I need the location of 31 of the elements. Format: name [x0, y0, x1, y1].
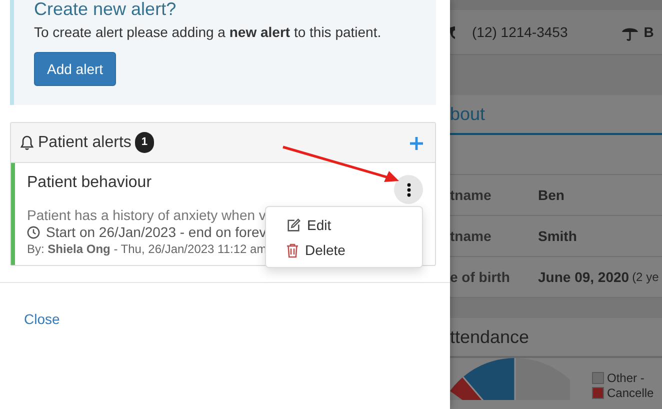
alert-description: Patient has a history of anxiety when v: [27, 207, 266, 224]
age-note: (2 ye: [632, 269, 659, 286]
more-options-button[interactable]: [394, 175, 423, 204]
add-alert-button[interactable]: Add alert: [34, 52, 116, 86]
alerts-title: Patient alerts: [38, 132, 132, 152]
alert-prompt-text: To create alert please adding a new alert to this patient.: [34, 23, 382, 41]
phone-icon: [450, 26, 455, 38]
field-value: Smith: [538, 226, 577, 246]
close-link[interactable]: Close: [24, 309, 60, 330]
field-label: e of birth: [450, 268, 511, 286]
alert-title: Patient behaviour: [27, 173, 152, 193]
edit-icon: [286, 218, 301, 233]
edit-menu-item[interactable]: Edit: [266, 213, 422, 238]
field-value: Ben: [538, 186, 564, 204]
alert-prompt-title: Create new alert?: [34, 0, 176, 20]
alert-period: Start on 26/Jan/2023 - end on forev: [46, 224, 266, 241]
add-icon[interactable]: [410, 136, 423, 150]
field-label: tname: [450, 226, 492, 246]
dots-icon: [406, 183, 410, 198]
phone-number: (12) 1214-3453: [472, 22, 568, 42]
delete-menu-item[interactable]: Delete: [266, 238, 422, 263]
field-label: tname: [450, 186, 492, 204]
trash-icon: [286, 243, 299, 258]
bell-icon: [20, 134, 34, 150]
alert-count-badge: 1: [135, 132, 154, 153]
field-value: June 09, 2020: [538, 268, 630, 286]
legend-label: Cancelle: [607, 387, 654, 399]
legend-label: Other -: [607, 372, 644, 384]
clock-icon: [27, 226, 40, 239]
cut-label: B: [644, 22, 654, 42]
section-title: ttendance: [450, 318, 662, 358]
